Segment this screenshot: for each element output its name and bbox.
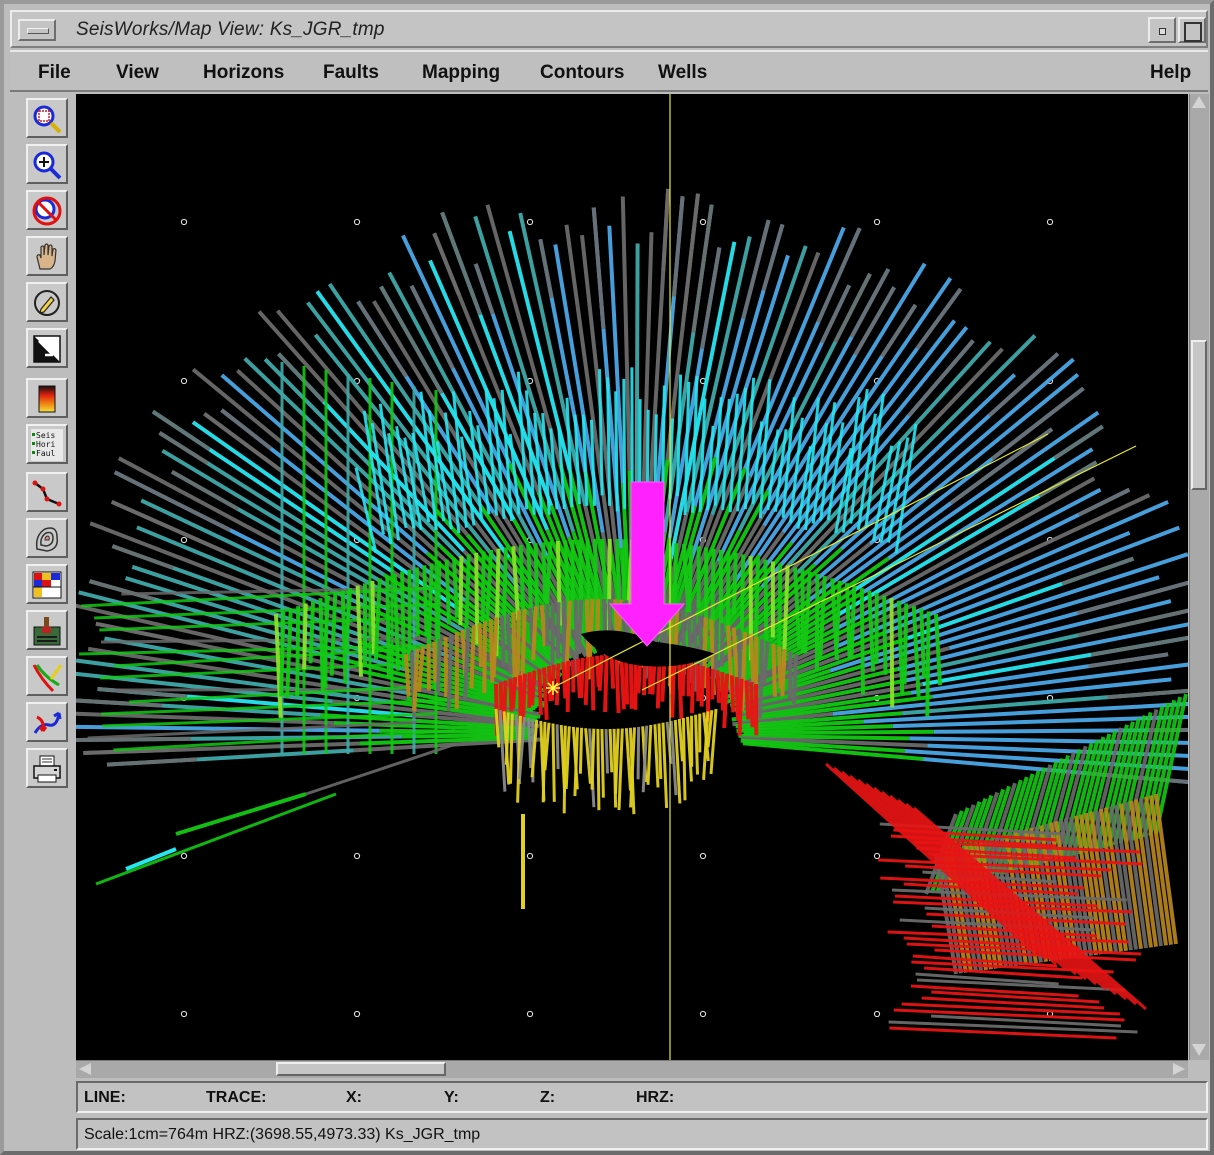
menu-help[interactable]: Help [1150,62,1191,84]
scroll-right-icon[interactable] [1173,1063,1185,1075]
menu-help-label: Help [1150,62,1192,83]
zoom-fit-button[interactable] [26,98,68,138]
fault-lines-button[interactable] [26,656,68,696]
menu-contours[interactable]: Contours [540,62,624,84]
hrz-label: HRZ: [636,1089,675,1106]
layer-faul-label: Faul [36,449,55,458]
well-marker-icon [546,681,560,695]
map-canvas[interactable] [76,94,1188,1060]
layers-button[interactable]: Seis Hori Faul [26,424,68,464]
resize-button[interactable] [26,328,68,368]
title-bar[interactable]: SeisWorks/Map View: Ks_JGR_tmp [10,10,1208,48]
scroll-left-icon[interactable] [79,1063,91,1075]
contour-button[interactable] [26,518,68,558]
menu-faults-label: Faults [323,62,379,83]
pencil-circle-icon [34,290,60,316]
edit-button[interactable] [26,282,68,322]
scroll-down-icon[interactable] [1192,1044,1206,1056]
z-label: Z: [540,1089,556,1106]
paintbrush-icon [33,617,61,646]
trace-label: TRACE: [206,1089,267,1106]
x-label: X: [346,1089,362,1106]
menu-faults[interactable]: Faults [323,62,379,84]
menu-horizons-label: Horizons [203,62,285,83]
coordinate-readout: LINE: TRACE: X: Y: Z: HRZ: [76,1081,1208,1113]
menu-mapping-label: Mapping [422,62,501,83]
tool-palette: Seis Hori Faul [10,94,74,1074]
menu-wells[interactable]: Wells [658,62,707,84]
print-button[interactable] [26,748,68,788]
color-bar-button[interactable] [26,378,68,418]
no-zoom-icon [32,196,62,226]
vertical-scroll-thumb[interactable] [1191,340,1207,490]
menu-view[interactable]: View [116,62,159,84]
color-grid-icon [32,571,62,599]
zoom-cancel-button[interactable] [26,190,68,230]
horizontal-scrollbar[interactable] [76,1060,1188,1078]
pan-button[interactable] [26,236,68,276]
printer-icon [33,755,61,783]
menu-contours-label: Contours [540,62,625,83]
layers-list-icon: Seis Hori Faul [31,429,63,461]
window-menu-button[interactable] [18,19,56,41]
minimize-button[interactable] [1148,17,1176,43]
layer-seis-label: Seis [36,431,55,440]
scroll-up-icon[interactable] [1192,96,1206,108]
horizontal-scroll-thumb[interactable] [276,1062,446,1076]
diagonal-arrow-icon [33,335,61,363]
fault-lines-icon [32,664,63,693]
window-title: SeisWorks/Map View: Ks_JGR_tmp [76,19,385,40]
vertical-scrollbar[interactable] [1189,94,1209,1060]
menu-mapping[interactable]: Mapping [422,62,500,84]
grid-color-button[interactable] [26,564,68,604]
zoom-in-icon [33,151,62,180]
line-label: LINE: [84,1089,126,1106]
layer-hori-label: Hori [36,440,55,449]
menu-file[interactable]: File [38,62,71,84]
scale-text: Scale:1cm=764m HRZ:(3698.55,4973.33) Ks_… [84,1126,481,1143]
menu-wells-label: Wells [658,62,708,83]
menu-horizons[interactable]: Horizons [203,62,284,84]
menu-file-label: File [38,62,71,83]
scale-status: Scale:1cm=764m HRZ:(3698.55,4973.33) Ks_… [76,1118,1208,1150]
menu-bar: File View Horizons Faults Mapping Contou… [10,50,1208,92]
paint-button[interactable] [26,610,68,650]
well-path-button[interactable] [26,702,68,742]
zoom-fit-icon [33,105,62,134]
seismic-map-plot [76,94,1188,1060]
contour-icon [35,527,59,552]
zoom-in-button[interactable] [26,144,68,184]
well-path-icon [33,711,62,734]
polyline-button[interactable] [26,472,68,512]
y-label: Y: [444,1089,459,1106]
menu-view-label: View [116,62,159,83]
polyline-icon [32,480,62,507]
color-scale-icon [38,385,56,413]
map-view-window: SeisWorks/Map View: Ks_JGR_tmp File View… [0,0,1214,1155]
hand-pan-icon [36,243,57,270]
maximize-button[interactable] [1178,17,1206,43]
